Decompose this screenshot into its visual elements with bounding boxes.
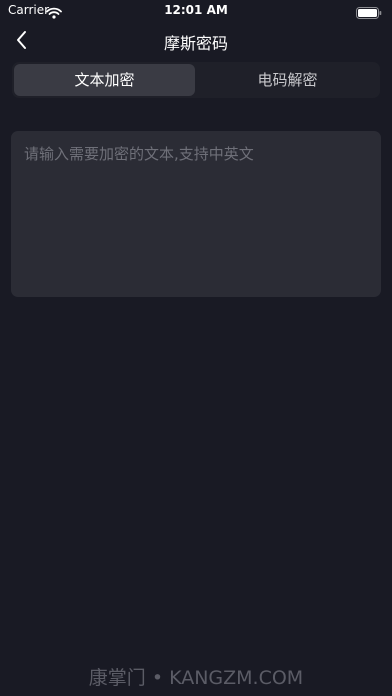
page-title: 摩斯密码: [163, 34, 228, 53]
battery-icon: [356, 4, 382, 19]
encrypt-text-input[interactable]: [11, 131, 381, 297]
status-time: 12:01 AM: [164, 3, 228, 17]
tab-text-encrypt[interactable]: 文本加密: [14, 64, 195, 96]
mode-segmented-control: 文本加密 电码解密: [12, 62, 380, 98]
navigation-bar: 摩斯密码: [0, 20, 392, 64]
tab-code-decrypt[interactable]: 电码解密: [197, 64, 378, 96]
text-input-container: [11, 131, 381, 297]
watermark: 康掌门 • KANGZM.COM: [88, 667, 304, 689]
status-bar: Carrier 12:01 AM: [0, 0, 392, 20]
